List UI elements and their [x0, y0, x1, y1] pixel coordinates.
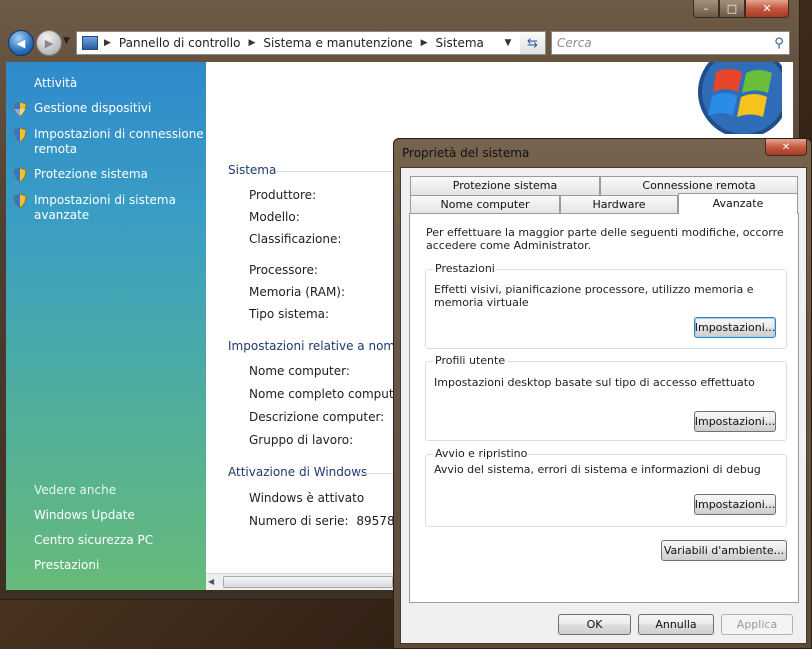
windows-logo	[698, 62, 782, 134]
label-memory: Memoria (RAM):	[249, 285, 346, 299]
sidebar-link-advanced-settings[interactable]: Impostazioni di sistema avanzate	[13, 193, 204, 223]
back-button[interactable]: ◀	[8, 30, 34, 56]
breadcrumb-arrow-icon[interactable]: ▶	[248, 38, 255, 48]
sidebar-link-remote-settings[interactable]: Impostazioni di connessione remota	[13, 127, 204, 157]
tab-system-protection[interactable]: Protezione sistema	[410, 176, 600, 195]
group-desc-startup-recovery: Avvio del sistema, errori di sistema e i…	[434, 463, 761, 476]
apply-button[interactable]: Applica	[721, 614, 793, 635]
sidebar-link-label: Impostazioni di sistema avanzate	[34, 193, 176, 222]
refresh-icon: ⇆	[527, 35, 538, 51]
navigation-bar: ◀ ▶ ▼ ▶ Pannello di controllo ▶ Sistema …	[0, 26, 800, 60]
startup-recovery-settings-button[interactable]: Impostazioni...	[694, 494, 776, 515]
admin-notice: Per effettuare la maggior parte delle se…	[426, 226, 784, 252]
label-computer-description: Descrizione computer:	[249, 410, 385, 424]
close-button[interactable]: ✕	[745, 0, 789, 18]
sidebar-link-label: Impostazioni di connessione remota	[34, 127, 204, 156]
shield-icon	[13, 194, 27, 208]
forward-arrow-icon: ▶	[44, 36, 54, 50]
shield-icon	[13, 102, 27, 116]
minimize-button[interactable]: –	[693, 0, 719, 18]
group-performance: Prestazioni Effetti visivi, pianificazio…	[425, 262, 787, 349]
serial-label: Numero di serie:	[249, 514, 349, 528]
tab-advanced[interactable]: Avanzate	[678, 193, 798, 214]
label-manufacturer: Produttore:	[249, 188, 317, 202]
control-panel-icon	[82, 36, 98, 50]
address-dropdown-icon[interactable]: ▼	[499, 38, 517, 48]
search-box[interactable]: ⚲	[551, 31, 790, 55]
window-controls: – □ ✕	[693, 0, 789, 18]
tab-computer-name[interactable]: Nome computer	[410, 195, 560, 214]
back-arrow-icon: ◀	[16, 36, 26, 50]
tasks-heading: Attività	[34, 76, 78, 90]
section-heading-activation: Attivazione di Windows	[228, 465, 368, 479]
label-workgroup: Gruppo di lavoro:	[249, 433, 354, 447]
label-processor: Processore:	[249, 263, 318, 277]
group-desc-performance: Effetti visivi, pianificazione processor…	[434, 283, 754, 309]
group-desc-user-profiles: Impostazioni desktop basate sul tipo di …	[434, 376, 755, 389]
sidebar-link-device-manager[interactable]: Gestione dispositivi	[13, 101, 204, 116]
label-computer-name: Nome computer:	[249, 364, 350, 378]
shield-icon	[13, 128, 27, 142]
environment-variables-button[interactable]: Variabili d'ambiente...	[661, 540, 787, 561]
group-title-performance: Prestazioni	[433, 262, 497, 275]
breadcrumb-system-maintenance[interactable]: Sistema e manutenzione	[263, 36, 412, 50]
dialog-close-button[interactable]: ✕	[765, 139, 807, 156]
breadcrumb-arrow-icon[interactable]: ▶	[421, 38, 428, 48]
tab-hardware[interactable]: Hardware	[560, 195, 678, 214]
cancel-button[interactable]: Annulla	[638, 614, 714, 635]
task-sidebar: Attività Gestione dispositivi Impostazio…	[6, 62, 206, 590]
group-title-startup-recovery: Avvio e ripristino	[433, 447, 530, 460]
system-properties-dialog: Proprietà del sistema ✕ Protezione siste…	[393, 138, 812, 649]
section-divider	[276, 171, 396, 172]
label-rating: Classificazione:	[249, 232, 342, 246]
search-input[interactable]	[557, 36, 769, 50]
breadcrumb-arrow-icon[interactable]: ▶	[104, 38, 111, 48]
sidebar-link-performance[interactable]: Prestazioni	[34, 558, 99, 572]
section-heading-computer-name: Impostazioni relative a nome co	[228, 339, 421, 353]
group-title-user-profiles: Profili utente	[433, 354, 508, 367]
label-full-computer-name: Nome completo computer:	[249, 387, 410, 401]
group-startup-recovery: Avvio e ripristino Avvio del sistema, er…	[425, 447, 787, 527]
sidebar-link-label: Protezione sistema	[34, 167, 148, 181]
scrollbar-thumb[interactable]	[223, 576, 393, 588]
dialog-title: Proprietà del sistema	[402, 146, 530, 160]
advanced-tab-panel: Per effettuare la maggior parte delle se…	[409, 213, 799, 603]
shield-icon	[13, 168, 27, 182]
maximize-button[interactable]: □	[719, 0, 745, 18]
sidebar-link-windows-update[interactable]: Windows Update	[34, 508, 135, 522]
refresh-button[interactable]: ⇆	[520, 31, 546, 55]
search-icon[interactable]: ⚲	[769, 36, 789, 51]
recent-pages-dropdown[interactable]: ▼	[63, 36, 70, 46]
label-model: Modello:	[249, 210, 300, 224]
sidebar-link-security-center[interactable]: Centro sicurezza PC	[34, 533, 153, 547]
close-icon: ✕	[781, 141, 791, 153]
section-heading-system: Sistema	[228, 163, 277, 177]
label-serial-number: Numero di serie: 89578-OE	[249, 514, 416, 528]
see-also-heading: Vedere anche	[34, 483, 117, 497]
section-divider	[358, 473, 398, 474]
performance-settings-button[interactable]: Impostazioni...	[694, 317, 776, 338]
breadcrumb-control-panel[interactable]: Pannello di controllo	[119, 36, 241, 50]
ok-button[interactable]: OK	[558, 614, 631, 635]
address-bar[interactable]: ▶ Pannello di controllo ▶ Sistema e manu…	[76, 31, 546, 55]
group-user-profiles: Profili utente Impostazioni desktop basa…	[425, 354, 787, 441]
activation-status: Windows è attivato	[249, 491, 365, 505]
forward-button[interactable]: ▶	[36, 30, 62, 56]
breadcrumb-system[interactable]: Sistema	[436, 36, 484, 50]
user-profiles-settings-button[interactable]: Impostazioni...	[694, 411, 776, 432]
sidebar-link-label: Gestione dispositivi	[34, 101, 152, 115]
label-system-type: Tipo sistema:	[249, 307, 330, 321]
dialog-body: Protezione sistema Connessione remota No…	[400, 167, 807, 644]
sidebar-link-system-protection[interactable]: Protezione sistema	[13, 167, 204, 182]
scroll-left-arrow-icon[interactable]: ◀	[208, 577, 214, 586]
